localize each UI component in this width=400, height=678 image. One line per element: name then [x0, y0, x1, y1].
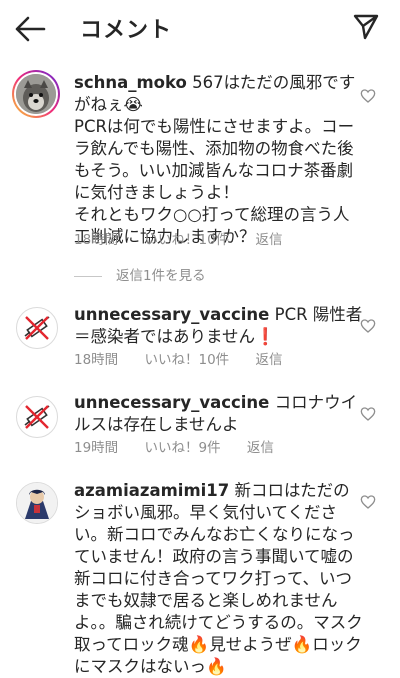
view-replies-label[interactable]: 返信1件を見る — [116, 268, 206, 284]
comment-time: 19時間 — [74, 440, 119, 456]
header-bar: コメント — [0, 0, 400, 56]
avatar[interactable] — [16, 482, 58, 524]
comment-text: unnecessary_vaccine コロナウイルスは存在しませんよ — [74, 392, 364, 436]
reply-link[interactable]: 返信 — [255, 232, 282, 248]
reply-link[interactable]: 返信 — [255, 352, 282, 368]
reply-link[interactable]: 返信 — [247, 440, 274, 456]
comment-text: azamiazamimi17 新コロはただのショボい風邪。早く気付いてください。… — [74, 480, 364, 678]
comment-time: 18時間 — [74, 232, 119, 248]
view-replies-link[interactable]: 返信1件を見る — [74, 264, 206, 284]
comment-likes[interactable]: いいね！9件 — [144, 440, 220, 456]
no-syringe-icon — [24, 405, 50, 429]
heart-icon[interactable] — [360, 88, 376, 104]
avatar[interactable] — [16, 396, 58, 438]
comment-username[interactable]: unnecessary_vaccine — [74, 305, 269, 324]
comment-text: schna_moko 567はただの風邪ですがねぇ😭 PCRは何でも陽性にさせま… — [74, 72, 364, 248]
comment-likes[interactable]: いいね！10件 — [144, 232, 229, 248]
comment-body: 567はただの風邪ですがねぇ😭 PCRは何でも陽性にさせますよ。コーラ飲んでも陽… — [74, 73, 356, 246]
comment-meta: 18時間 いいね！10件 返信 — [74, 348, 304, 368]
comment-username[interactable]: unnecessary_vaccine — [74, 393, 269, 412]
avatar[interactable] — [12, 70, 60, 118]
comment-body: 新コロはただのショボい風邪。早く気付いてください。新コロでみんなお亡くなりになっ… — [74, 481, 363, 676]
comment-meta: 18時間 いいね！10件 返信 — [74, 228, 304, 248]
comment-text: unnecessary_vaccine PCR 陽性者＝感染者ではありません❗ — [74, 304, 364, 348]
avatar[interactable] — [16, 307, 58, 349]
replies-divider — [74, 275, 102, 277]
comment-likes[interactable]: いいね！10件 — [144, 352, 229, 368]
heart-icon[interactable] — [360, 494, 376, 510]
comment-username[interactable]: schna_moko — [74, 73, 187, 92]
comment-meta: 19時間 いいね！9件 返信 — [74, 436, 296, 456]
dog-avatar-image — [16, 74, 56, 114]
heart-icon[interactable] — [360, 318, 376, 334]
character-avatar-image — [17, 483, 57, 523]
send-icon[interactable] — [352, 12, 380, 40]
page-title: コメント — [80, 18, 173, 43]
no-syringe-icon — [24, 316, 50, 340]
comment-time: 18時間 — [74, 352, 119, 368]
comment-username[interactable]: azamiazamimi17 — [74, 481, 229, 500]
back-arrow-icon[interactable] — [14, 14, 46, 44]
heart-icon[interactable] — [360, 406, 376, 422]
